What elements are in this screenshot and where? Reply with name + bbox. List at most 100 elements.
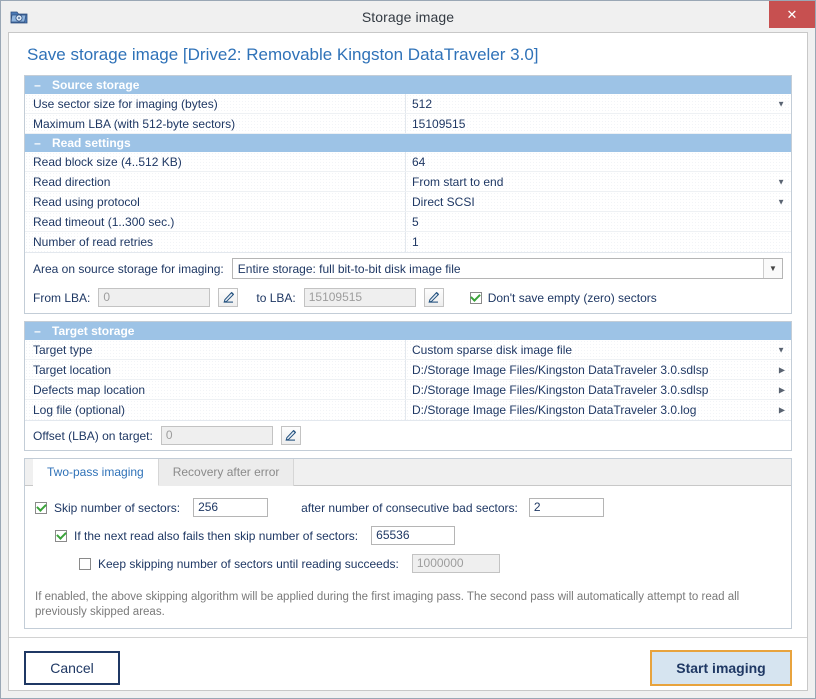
property-value[interactable]: 64 bbox=[406, 152, 791, 171]
property-label: Target location bbox=[25, 360, 406, 379]
property-row[interactable]: Read using protocol Direct SCSI ▼ bbox=[25, 192, 791, 212]
skip-sectors-label: Skip number of sectors: bbox=[54, 500, 181, 515]
dialog-footer: Cancel Start imaging bbox=[9, 637, 807, 690]
property-row[interactable]: Defects map location D:/Storage Image Fi… bbox=[25, 380, 791, 400]
next-read-fails-label: If the next read also fails then skip nu… bbox=[74, 528, 359, 543]
browse-arrow-icon[interactable]: ▶ bbox=[779, 385, 785, 394]
property-value-text: 15109515 bbox=[412, 116, 466, 131]
property-value[interactable]: Custom sparse disk image file ▼ bbox=[406, 340, 791, 359]
property-row[interactable]: Read direction From start to end ▼ bbox=[25, 172, 791, 192]
edit-pencil-icon[interactable] bbox=[280, 426, 301, 445]
property-value-text: D:/Storage Image Files/Kingston DataTrav… bbox=[412, 403, 697, 417]
cancel-button[interactable]: Cancel bbox=[24, 650, 120, 685]
property-value[interactable]: D:/Storage Image Files/Kingston DataTrav… bbox=[406, 360, 791, 379]
chevron-down-icon[interactable]: ▼ bbox=[763, 259, 782, 278]
target-grid: – Target storage Target type Custom spar… bbox=[25, 322, 791, 420]
property-value-text: 64 bbox=[412, 154, 426, 169]
property-value[interactable]: 1 bbox=[406, 232, 791, 252]
property-row[interactable]: Number of read retries 1 bbox=[25, 232, 791, 252]
source-storage-panel: – Source storage Use sector size for ima… bbox=[24, 75, 792, 314]
property-value[interactable]: 5 bbox=[406, 212, 791, 231]
property-value-text: From start to end bbox=[412, 174, 504, 189]
next-read-fails-checkbox[interactable] bbox=[55, 529, 67, 542]
area-combobox-value: Entire storage: full bit-to-bit disk ima… bbox=[237, 261, 461, 276]
close-button[interactable]: ✕ bbox=[769, 1, 815, 28]
keep-skipping-input[interactable]: 1000000 bbox=[411, 554, 500, 573]
group-header-target-storage[interactable]: – Target storage bbox=[25, 322, 791, 340]
dialog-body: Save storage image [Drive2: Removable Ki… bbox=[8, 32, 808, 691]
property-label: Target type bbox=[25, 340, 406, 359]
property-value[interactable]: D:/Storage Image Files/Kingston DataTrav… bbox=[406, 380, 791, 399]
collapse-icon[interactable]: – bbox=[33, 134, 42, 152]
next-read-fails-input[interactable]: 65536 bbox=[371, 526, 456, 545]
property-label: Log file (optional) bbox=[25, 400, 406, 420]
property-value-text: D:/Storage Image Files/Kingston DataTrav… bbox=[412, 362, 709, 377]
lba-range-row: From LBA: 0 to LBA: 15109515 Don't save … bbox=[25, 284, 791, 313]
property-value-text: 1 bbox=[412, 235, 419, 249]
property-label: Read direction bbox=[25, 172, 406, 191]
after-bad-sectors-input[interactable]: 2 bbox=[528, 498, 604, 517]
offset-label: Offset (LBA) on target: bbox=[33, 428, 153, 443]
imaging-tab-panel: Two-pass imaging Recovery after error Sk… bbox=[24, 458, 792, 629]
skip-sectors-row: Skip number of sectors: 256 after number… bbox=[35, 498, 781, 517]
dont-save-empty-sectors-checkbox[interactable]: Don't save empty (zero) sectors bbox=[469, 290, 657, 305]
edit-pencil-icon[interactable] bbox=[218, 288, 239, 307]
offset-input[interactable]: 0 bbox=[160, 426, 273, 445]
property-label: Defects map location bbox=[25, 380, 406, 399]
tab-strip: Two-pass imaging Recovery after error bbox=[25, 459, 791, 486]
keep-skipping-checkbox[interactable] bbox=[79, 557, 91, 570]
property-row[interactable]: Read timeout (1..300 sec.) 5 bbox=[25, 212, 791, 232]
skip-sectors-checkbox[interactable] bbox=[35, 501, 47, 514]
property-value[interactable]: D:/Storage Image Files/Kingston DataTrav… bbox=[406, 400, 791, 420]
dialog-content: – Source storage Use sector size for ima… bbox=[9, 75, 807, 637]
collapse-icon[interactable]: – bbox=[33, 76, 42, 94]
property-value[interactable]: From start to end ▼ bbox=[406, 172, 791, 191]
checkbox-label: Don't save empty (zero) sectors bbox=[487, 290, 657, 305]
tab-two-pass-imaging[interactable]: Two-pass imaging bbox=[33, 459, 159, 486]
browse-arrow-icon[interactable]: ▶ bbox=[779, 365, 785, 374]
keep-skipping-label: Keep skipping number of sectors until re… bbox=[98, 556, 399, 571]
group-header-source-storage[interactable]: – Source storage bbox=[25, 76, 791, 94]
property-value[interactable]: 512 ▼ bbox=[406, 94, 791, 113]
property-row[interactable]: Read block size (4..512 KB) 64 bbox=[25, 152, 791, 172]
start-imaging-button[interactable]: Start imaging bbox=[650, 649, 792, 686]
property-value[interactable]: Direct SCSI ▼ bbox=[406, 192, 791, 211]
collapse-icon[interactable]: – bbox=[33, 322, 42, 340]
source-grid: – Source storage Use sector size for ima… bbox=[25, 76, 791, 252]
checkbox-box[interactable] bbox=[469, 291, 482, 304]
chevron-down-icon[interactable]: ▼ bbox=[777, 99, 785, 108]
next-read-fails-row: If the next read also fails then skip nu… bbox=[35, 526, 781, 545]
property-label: Read block size (4..512 KB) bbox=[25, 152, 406, 171]
chevron-down-icon[interactable]: ▼ bbox=[777, 345, 785, 354]
two-pass-help-text: If enabled, the above skipping algorithm… bbox=[35, 591, 740, 618]
target-storage-panel: – Target storage Target type Custom spar… bbox=[24, 321, 792, 451]
property-value-text: D:/Storage Image Files/Kingston DataTrav… bbox=[412, 382, 709, 397]
property-row[interactable]: Log file (optional) D:/Storage Image Fil… bbox=[25, 400, 791, 420]
chevron-down-icon[interactable]: ▼ bbox=[777, 177, 785, 186]
to-lba-input[interactable]: 15109515 bbox=[303, 288, 416, 307]
property-row[interactable]: Target location D:/Storage Image Files/K… bbox=[25, 360, 791, 380]
from-lba-input[interactable]: 0 bbox=[98, 288, 211, 307]
skip-sectors-input[interactable]: 256 bbox=[193, 498, 269, 517]
property-label: Maximum LBA (with 512-byte sectors) bbox=[25, 114, 406, 133]
property-value[interactable]: 15109515 bbox=[406, 114, 791, 133]
property-row[interactable]: Maximum LBA (with 512-byte sectors) 1510… bbox=[25, 114, 791, 134]
area-row: Area on source storage for imaging: Enti… bbox=[25, 252, 791, 284]
property-row[interactable]: Use sector size for imaging (bytes) 512 … bbox=[25, 94, 791, 114]
property-row[interactable]: Target type Custom sparse disk image fil… bbox=[25, 340, 791, 360]
browse-arrow-icon[interactable]: ▶ bbox=[779, 406, 785, 415]
tab-recovery-after-error[interactable]: Recovery after error bbox=[158, 459, 295, 486]
keep-skipping-row: Keep skipping number of sectors until re… bbox=[35, 554, 781, 573]
property-value-text: Custom sparse disk image file bbox=[412, 342, 573, 357]
group-header-read-settings[interactable]: – Read settings bbox=[25, 134, 791, 152]
area-label: Area on source storage for imaging: bbox=[33, 261, 224, 276]
window-title: Storage image bbox=[361, 8, 455, 25]
group-header-label: Target storage bbox=[52, 324, 135, 338]
title-bar: Storage image ✕ bbox=[1, 1, 815, 32]
page-title: Save storage image [Drive2: Removable Ki… bbox=[27, 45, 539, 64]
chevron-down-icon[interactable]: ▼ bbox=[777, 197, 785, 206]
edit-pencil-icon[interactable] bbox=[423, 288, 444, 307]
area-combobox[interactable]: Entire storage: full bit-to-bit disk ima… bbox=[231, 258, 783, 279]
storage-image-dialog: Storage image ✕ Save storage image [Driv… bbox=[0, 0, 816, 699]
property-value-text: 512 bbox=[412, 96, 433, 111]
